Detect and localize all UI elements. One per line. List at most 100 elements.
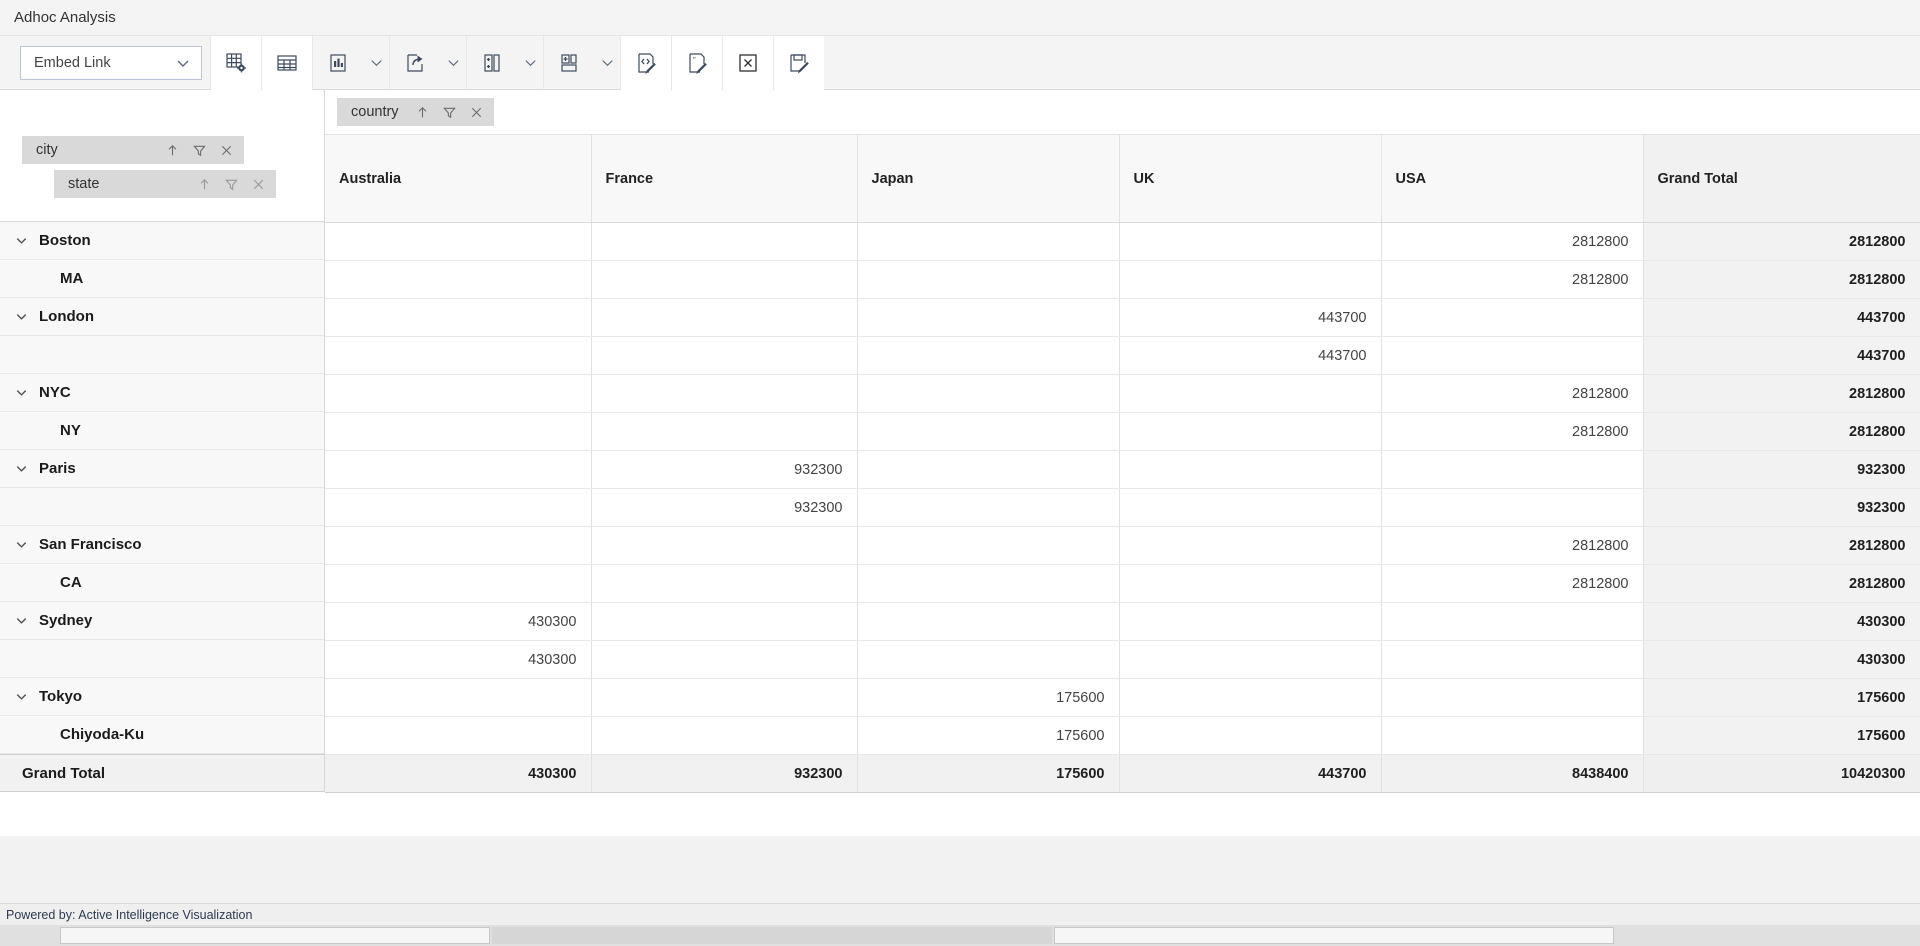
field-chip-state[interactable]: state [54,170,276,198]
chevron-down-icon[interactable] [14,385,29,400]
cell-value[interactable] [325,260,592,299]
row-header-paris[interactable]: Paris [0,450,324,488]
cell-value[interactable] [325,716,592,755]
embed-link-select[interactable]: Embed Link [20,45,202,80]
row-header-blank[interactable] [0,640,324,678]
cell-value[interactable] [1381,336,1644,375]
cell-value[interactable]: 430300 [325,640,592,679]
cell-value[interactable] [1119,222,1382,261]
row-header-nyc[interactable]: NYC [0,374,324,412]
add-column-button[interactable] [467,36,517,90]
add-column-dropdown-caret[interactable] [517,36,543,90]
cell-grand-total[interactable]: 2812800 [1643,526,1920,565]
chevron-down-icon[interactable] [14,613,29,628]
cell-value[interactable] [1119,602,1382,641]
cell-value[interactable] [591,640,858,679]
row-header-boston[interactable]: Boston [0,222,324,260]
edit-expression-button[interactable] [621,35,671,90]
cell-grand-total[interactable]: 2812800 [1643,222,1920,261]
cell-grand-total[interactable]: 443700 [1119,754,1382,793]
cell-value[interactable] [857,260,1120,299]
field-chip-city[interactable]: city [22,136,244,164]
cell-value[interactable] [325,412,592,451]
cell-value[interactable] [325,336,592,375]
cell-value[interactable] [1119,640,1382,679]
sort-asc-icon[interactable] [415,105,430,120]
taskbar-item[interactable] [60,927,490,944]
cell-grand-total[interactable]: 932300 [591,754,858,793]
sort-asc-icon[interactable] [165,143,180,158]
cell-value[interactable] [325,374,592,413]
cell-grand-total-overall[interactable]: 10420300 [1643,754,1920,793]
cell-value[interactable] [325,450,592,489]
cell-value[interactable] [1119,488,1382,527]
row-header-san-francisco[interactable]: San Francisco [0,526,324,564]
cell-value[interactable] [591,336,858,375]
chevron-down-icon[interactable] [14,689,29,704]
column-header-australia[interactable]: Australia [325,134,592,223]
cell-grand-total[interactable]: 430300 [1643,640,1920,679]
cell-value[interactable] [591,260,858,299]
cell-value[interactable]: 932300 [591,488,858,527]
cell-grand-total[interactable]: 175600 [857,754,1120,793]
cell-value[interactable]: 430300 [325,602,592,641]
cell-grand-total[interactable]: 932300 [1643,488,1920,527]
cell-value[interactable]: 2812800 [1381,374,1644,413]
cell-value[interactable]: 2812800 [1381,260,1644,299]
add-row-button[interactable] [544,36,594,90]
cell-grand-total[interactable]: 8438400 [1381,754,1644,793]
cell-value[interactable] [857,526,1120,565]
cell-value[interactable] [591,678,858,717]
taskbar-item[interactable] [1054,927,1614,944]
chart-type-button[interactable] [313,36,363,90]
cell-value[interactable] [325,298,592,337]
cell-value[interactable] [591,716,858,755]
cell-value[interactable]: 2812800 [1381,526,1644,565]
cell-value[interactable] [591,526,858,565]
cell-value[interactable] [1119,716,1382,755]
cell-value[interactable] [1381,678,1644,717]
cell-value[interactable]: 2812800 [1381,412,1644,451]
row-header-london[interactable]: London [0,298,324,336]
filter-icon[interactable] [192,143,207,158]
cell-grand-total[interactable]: 443700 [1643,298,1920,337]
close-icon[interactable] [251,177,266,192]
export-dropdown-caret[interactable] [440,36,466,90]
chevron-down-icon[interactable] [14,461,29,476]
cell-grand-total[interactable]: 2812800 [1643,412,1920,451]
cell-value[interactable] [1381,640,1644,679]
column-header-grand-total[interactable]: Grand Total [1643,134,1920,223]
export-share-button[interactable] [390,36,440,90]
cell-value[interactable] [857,412,1120,451]
cell-value[interactable] [1119,412,1382,451]
export-excel-button[interactable] [723,35,773,90]
cell-value[interactable] [857,602,1120,641]
chart-type-dropdown-caret[interactable] [363,36,389,90]
cell-value[interactable]: 175600 [857,716,1120,755]
cell-value[interactable] [591,298,858,337]
row-header-sydney[interactable]: Sydney [0,602,324,640]
cell-value[interactable] [1381,602,1644,641]
cell-grand-total[interactable]: 175600 [1643,716,1920,755]
chevron-down-icon[interactable] [14,537,29,552]
cell-value[interactable] [325,526,592,565]
cell-value[interactable] [1381,716,1644,755]
cell-value[interactable] [591,222,858,261]
cell-grand-total[interactable]: 430300 [325,754,592,793]
cell-value[interactable] [325,488,592,527]
cell-value[interactable] [857,374,1120,413]
close-icon[interactable] [219,143,234,158]
column-header-usa[interactable]: USA [1381,134,1644,223]
cell-value[interactable] [591,564,858,603]
edit-text-button[interactable]: ” [672,35,722,90]
cell-value[interactable] [1119,678,1382,717]
cell-grand-total[interactable]: 2812800 [1643,260,1920,299]
cell-value[interactable] [325,564,592,603]
row-header-chiyoda-ku[interactable]: Chiyoda-Ku [0,716,324,754]
close-icon[interactable] [469,105,484,120]
row-header-blank[interactable] [0,488,324,526]
chevron-down-icon[interactable] [14,309,29,324]
cell-value[interactable]: 932300 [591,450,858,489]
cell-value[interactable] [1119,374,1382,413]
cell-value[interactable] [325,222,592,261]
